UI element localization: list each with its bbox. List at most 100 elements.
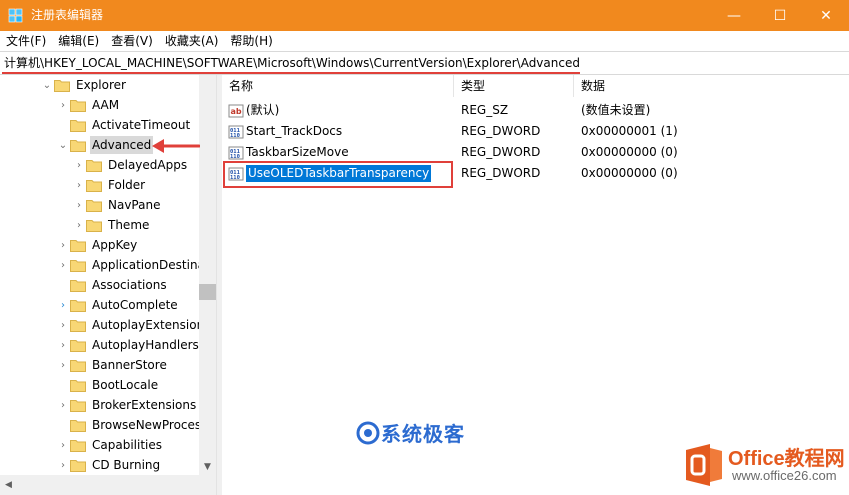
value-row[interactable]: 011 110 TaskbarSizeMove REG_DWORD 0x0000… xyxy=(222,142,849,163)
string-value-icon: ab xyxy=(228,104,244,117)
watermark-sysgeek-text: 系统极客 xyxy=(381,422,465,446)
tree-item-autocomplete[interactable]: › AutoComplete xyxy=(56,295,180,315)
tree-item-navpane[interactable]: › NavPane xyxy=(72,195,162,215)
chevron-right-icon[interactable]: › xyxy=(56,300,70,311)
tree-item-label: NavPane xyxy=(108,198,161,212)
folder-icon xyxy=(70,279,86,292)
scroll-left-icon[interactable]: ◀ xyxy=(0,475,17,495)
value-data: 0x00000000 (0) xyxy=(581,166,678,180)
folder-icon xyxy=(70,239,86,252)
folder-icon xyxy=(86,199,102,212)
folder-icon xyxy=(70,339,86,352)
chevron-right-icon[interactable]: › xyxy=(56,320,70,331)
value-type: REG_DWORD xyxy=(461,124,541,138)
tree-item-associations[interactable]: Associations xyxy=(56,275,169,295)
menu-file[interactable]: 文件(F) xyxy=(0,31,52,51)
menu-view[interactable]: 查看(V) xyxy=(105,31,159,51)
folder-icon xyxy=(70,359,86,372)
watermark-sysgeek: 系统极客 xyxy=(355,418,465,447)
value-type: REG_DWORD xyxy=(461,166,541,180)
tree-item-brokerextensions[interactable]: › BrokerExtensions xyxy=(56,395,198,415)
tree-item-capabilities[interactable]: › Capabilities xyxy=(56,435,164,455)
chevron-right-icon[interactable]: › xyxy=(72,180,86,191)
column-header-type[interactable]: 类型 xyxy=(454,75,574,97)
tree-item-label: Advanced xyxy=(90,136,154,154)
address-bar[interactable]: 计算机\HKEY_LOCAL_MACHINE\SOFTWARE\Microsof… xyxy=(0,51,849,75)
annotation-highlight-box xyxy=(223,161,453,188)
tree-item-explorer[interactable]: ⌄ Explorer xyxy=(40,75,128,95)
title-bar[interactable]: 注册表编辑器 — ☐ ✕ xyxy=(0,0,849,31)
value-list: 名称 类型 数据 ab (默认) REG_SZ (数值未设置) 011 110 … xyxy=(222,75,849,495)
address-annotation-underline xyxy=(2,72,580,74)
chevron-right-icon[interactable]: › xyxy=(72,200,86,211)
menu-edit[interactable]: 编辑(E) xyxy=(52,31,105,51)
tree-item-browsenewproces[interactable]: BrowseNewProces xyxy=(56,415,203,435)
tree-item-label: ApplicationDestina xyxy=(92,258,205,272)
value-row[interactable]: 011 110 Start_TrackDocs REG_DWORD 0x0000… xyxy=(222,121,849,142)
chevron-right-icon[interactable]: › xyxy=(56,440,70,451)
tree-item-label: DelayedApps xyxy=(108,158,188,172)
tree-item-theme[interactable]: › Theme xyxy=(72,215,151,235)
tree-item-label: CD Burning xyxy=(92,458,161,472)
sysgeek-logo-icon xyxy=(356,421,380,444)
value-name: TaskbarSizeMove xyxy=(246,145,349,159)
value-data: 0x00000001 (1) xyxy=(581,124,678,138)
tree-horizontal-scrollbar[interactable] xyxy=(0,475,216,495)
folder-icon xyxy=(70,119,86,132)
tree-item-label: AAM xyxy=(92,98,120,112)
tree-item-cd-burning[interactable]: › CD Burning xyxy=(56,455,162,475)
annotation-arrow-icon xyxy=(152,139,200,153)
window-title: 注册表编辑器 xyxy=(31,8,104,22)
maximize-button[interactable]: ☐ xyxy=(757,0,803,31)
chevron-down-icon[interactable]: ⌄ xyxy=(56,140,70,151)
tree-scroll-thumb[interactable] xyxy=(199,284,216,300)
close-button[interactable]: ✕ xyxy=(803,0,849,31)
chevron-right-icon[interactable]: › xyxy=(56,400,70,411)
dword-value-icon: 011 110 xyxy=(228,125,244,139)
tree-item-label: BannerStore xyxy=(92,358,167,372)
tree-item-delayedapps[interactable]: › DelayedApps xyxy=(72,155,189,175)
chevron-right-icon[interactable]: › xyxy=(56,240,70,251)
minimize-icon: — xyxy=(727,7,741,24)
address-path[interactable]: 计算机\HKEY_LOCAL_MACHINE\SOFTWARE\Microsof… xyxy=(4,55,580,72)
tree-item-applicationdestina[interactable]: › ApplicationDestina xyxy=(56,255,207,275)
tree-item-label: Capabilities xyxy=(92,438,162,452)
folder-icon xyxy=(86,159,102,172)
menu-favorites[interactable]: 收藏夹(A) xyxy=(159,31,225,51)
tree-item-autoplayhandlers[interactable]: › AutoplayHandlers xyxy=(56,335,201,355)
column-header-name[interactable]: 名称 xyxy=(222,75,454,97)
tree-item-label: Explorer xyxy=(76,78,126,92)
column-header-data[interactable]: 数据 xyxy=(574,75,849,97)
value-type: REG_DWORD xyxy=(461,145,541,159)
chevron-right-icon[interactable]: › xyxy=(56,460,70,471)
tree-item-bannerstore[interactable]: › BannerStore xyxy=(56,355,169,375)
folder-icon xyxy=(70,299,86,312)
office-logo-icon xyxy=(686,444,722,486)
tree-item-autoplayextension[interactable]: › AutoplayExtension xyxy=(56,315,206,335)
chevron-right-icon[interactable]: › xyxy=(56,260,70,271)
tree-item-aam[interactable]: › AAM xyxy=(56,95,121,115)
tree-item-label: Associations xyxy=(92,278,167,292)
folder-icon xyxy=(70,259,86,272)
chevron-right-icon[interactable]: › xyxy=(56,100,70,111)
folder-icon xyxy=(54,79,70,92)
menu-help[interactable]: 帮助(H) xyxy=(224,31,278,51)
tree-item-label: AutoplayExtension xyxy=(92,318,205,332)
tree-item-folder[interactable]: › Folder xyxy=(72,175,147,195)
tree-item-bootlocale[interactable]: BootLocale xyxy=(56,375,160,395)
minimize-button[interactable]: — xyxy=(711,0,757,31)
chevron-right-icon[interactable]: › xyxy=(56,360,70,371)
tree-item-label: AutoComplete xyxy=(92,298,178,312)
tree-item-activatetimeout[interactable]: ActivateTimeout xyxy=(56,115,192,135)
value-row[interactable]: ab (默认) REG_SZ (数值未设置) xyxy=(222,100,849,121)
tree-item-label: BootLocale xyxy=(92,378,159,392)
tree-item-advanced[interactable]: ⌄ Advanced xyxy=(56,135,154,155)
chevron-right-icon[interactable]: › xyxy=(72,220,86,231)
chevron-right-icon[interactable]: › xyxy=(56,340,70,351)
folder-icon xyxy=(70,459,86,472)
tree-item-appkey[interactable]: › AppKey xyxy=(56,235,139,255)
chevron-right-icon[interactable]: › xyxy=(72,160,86,171)
scroll-down-icon[interactable]: ▼ xyxy=(199,458,216,475)
value-name: (默认) xyxy=(246,103,280,117)
chevron-down-icon[interactable]: ⌄ xyxy=(40,80,54,91)
